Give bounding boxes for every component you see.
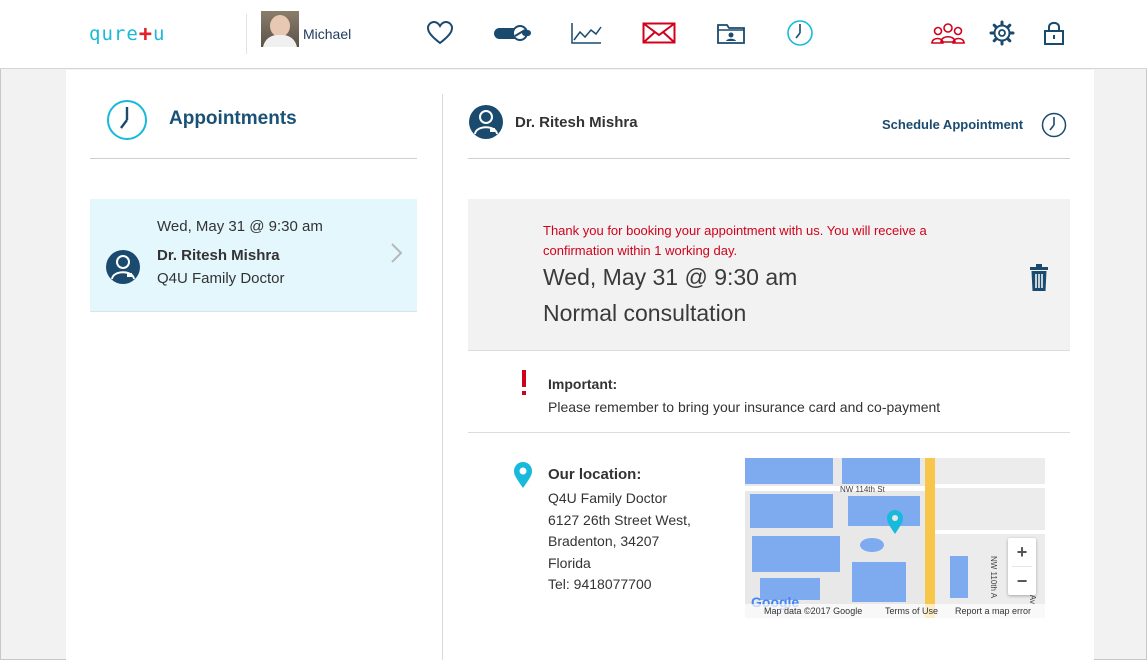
nav-settings-button[interactable]: [986, 18, 1018, 48]
appointment-detail-card: Thank you for booking your appointment w…: [468, 199, 1070, 351]
map-attribution: Map data ©2017 Google: [764, 606, 863, 616]
appointment-list-item[interactable]: Wed, May 31 @ 9:30 am Dr. Ritesh Mishra …: [90, 199, 417, 312]
appointment-place: Q4U Family Doctor: [157, 270, 285, 287]
appointments-header-icon: [106, 99, 148, 146]
doctor-avatar: [105, 249, 141, 290]
address-line: Florida: [548, 554, 591, 571]
map-road: [935, 484, 1045, 488]
doctor-icon: [106, 250, 140, 284]
mail-icon: [642, 22, 676, 44]
lock-icon: [1044, 21, 1064, 45]
chevron-right-icon: [389, 242, 403, 269]
nav-family-button[interactable]: [930, 18, 966, 48]
map-block: [950, 556, 968, 598]
map-street-label: NW 114th St: [840, 485, 885, 494]
column-divider: [442, 94, 443, 660]
nav-charts-button[interactable]: [570, 18, 602, 48]
address-line: 6127 26th Street West,: [548, 511, 691, 528]
clock-icon: [107, 100, 147, 140]
doctor-icon: [469, 105, 503, 139]
appointment-doctor: Dr. Ritesh Mishra: [157, 247, 280, 264]
app-logo[interactable]: qure + u: [89, 21, 166, 47]
pills-icon: [494, 25, 531, 41]
address-line: Bradenton, 34207: [548, 533, 660, 549]
important-text: Please remember to bring your insurance …: [548, 399, 941, 415]
nav-messages-button[interactable]: [641, 18, 677, 48]
schedule-appointment-button[interactable]: [1041, 112, 1067, 143]
map-road: [745, 486, 930, 491]
delete-appointment-button[interactable]: [1029, 264, 1049, 297]
map-block: [848, 496, 920, 526]
user-avatar[interactable]: [261, 11, 299, 47]
map-pond: [860, 538, 884, 552]
top-bar: qure + u Michael: [0, 0, 1147, 69]
logo-suffix: u: [153, 23, 166, 45]
nav-appointments-button[interactable]: [784, 18, 816, 48]
map-road: [935, 530, 1045, 534]
map-highway: [925, 458, 935, 618]
nav-heart-button[interactable]: [424, 18, 456, 48]
header-separator: [246, 14, 247, 54]
zoom-out-button[interactable]: −: [1008, 567, 1036, 595]
zoom-in-button[interactable]: +: [1008, 538, 1036, 566]
map-block: [852, 562, 906, 602]
map-block: [745, 458, 833, 484]
location-address: Q4U Family Doctor 6127 26th Street West,…: [548, 488, 691, 596]
nav-logout-button[interactable]: [1038, 18, 1070, 48]
chart-icon: [571, 23, 602, 44]
map-zoom-control: + −: [1008, 538, 1036, 595]
avatar-face: [270, 15, 290, 37]
divider: [90, 158, 417, 159]
location-pin-icon: [513, 461, 533, 494]
map-block: [750, 494, 833, 528]
confirmation-message: Thank you for booking your appointment w…: [543, 223, 927, 258]
avatar-shirt: [263, 35, 297, 47]
important-title: Important:: [548, 376, 618, 392]
doctor-name: Dr. Ritesh Mishra: [515, 114, 638, 131]
divider: [468, 432, 1070, 433]
doctor-avatar: [468, 104, 504, 145]
map-terms-link[interactable]: Terms of Use: [885, 606, 938, 616]
user-name[interactable]: Michael: [303, 26, 351, 42]
address-line: Q4U Family Doctor: [548, 490, 668, 506]
group-icon: [931, 23, 965, 44]
nav-records-button[interactable]: [715, 18, 747, 48]
map-footer: Map data ©2017 Google Terms of Use Repor…: [745, 604, 1045, 618]
exclamation-icon: [519, 369, 529, 402]
schedule-appointment-link[interactable]: Schedule Appointment: [882, 117, 1023, 132]
location-map[interactable]: NW 114th St NW 110th A NW 110th Av + − G…: [745, 458, 1045, 618]
appointment-date: Wed, May 31 @ 9:30 am: [157, 218, 323, 235]
clock-icon: [787, 20, 813, 46]
heart-icon: [426, 20, 454, 45]
nav-medication-button[interactable]: [492, 18, 532, 48]
clock-icon: [1041, 112, 1067, 138]
location-title: Our location:: [548, 466, 642, 483]
phone-number[interactable]: Tel: 9418077700: [548, 574, 691, 596]
map-block: [842, 458, 920, 484]
map-report-link[interactable]: Report a map error: [955, 606, 1031, 616]
detail-type: Normal consultation: [543, 300, 747, 326]
map-street-label: NW 110th A: [989, 556, 998, 599]
detail-date: Wed, May 31 @ 9:30 am: [543, 264, 798, 290]
divider: [468, 158, 1070, 159]
folder-icon: [717, 24, 745, 44]
gear-icon: [989, 20, 1015, 46]
map-block: [752, 536, 840, 572]
logo-plus: +: [138, 21, 154, 47]
page-title: Appointments: [169, 108, 297, 129]
trash-icon: [1030, 264, 1048, 291]
map-marker-icon[interactable]: [886, 509, 904, 540]
logo-text: qure: [89, 23, 139, 45]
